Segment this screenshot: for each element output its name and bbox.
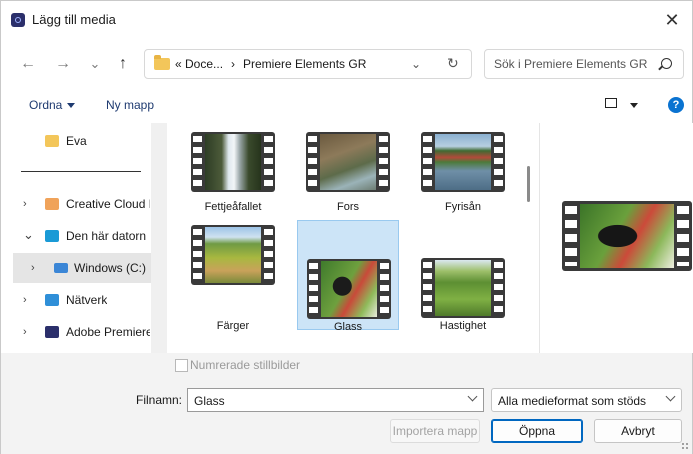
- filename-combobox[interactable]: [187, 388, 484, 412]
- forward-arrow-icon[interactable]: →: [52, 54, 74, 74]
- computer-icon: [45, 230, 59, 242]
- divider: [21, 171, 141, 172]
- search-box[interactable]: Sök i Premiere Elements GR: [484, 49, 684, 79]
- view-mode-caret-icon[interactable]: [630, 103, 638, 108]
- sidebar-item-label: Adobe Premiere: [66, 325, 150, 339]
- premiere-icon: [45, 326, 59, 338]
- video-river-icon: [421, 132, 505, 192]
- sidebar-item-windows-c[interactable]: › Windows (C:): [13, 253, 151, 283]
- cancel-button[interactable]: Avbryt: [594, 419, 682, 443]
- breadcrumb-current-folder[interactable]: Premiere Elements GR: [243, 57, 366, 71]
- premiere-app-icon: [11, 13, 25, 27]
- chevron-down-icon[interactable]: [665, 391, 676, 402]
- sidebar-item-network[interactable]: › Nätverk: [1, 285, 151, 315]
- file-type-value: Alla medieformat som stöds: [498, 394, 647, 408]
- chevron-right-icon[interactable]: ›: [31, 262, 35, 274]
- navigation-bar: ← → ⌄ ↑ « Doce... › Premiere Elements GR…: [1, 41, 692, 87]
- file-item-glass[interactable]: Glass: [297, 220, 399, 333]
- window-title: Lägg till media: [32, 12, 116, 27]
- address-bar[interactable]: « Doce... › Premiere Elements GR ⌄ ↻: [144, 49, 472, 79]
- chevron-right-icon[interactable]: ›: [23, 326, 27, 338]
- resize-grip-icon[interactable]: [681, 442, 689, 450]
- filename-label: Filnamn:: [136, 393, 183, 407]
- chevron-down-icon[interactable]: [467, 391, 478, 402]
- file-name: Fyrisån: [444, 201, 482, 213]
- video-dog-icon: [307, 259, 391, 319]
- preview-pane: [539, 123, 693, 353]
- recent-locations-chevron-icon[interactable]: ⌄: [84, 54, 106, 74]
- file-list-scrollbar[interactable]: [527, 166, 530, 202]
- video-landscape-icon: [191, 225, 275, 285]
- title-bar: Lägg till media ✕: [1, 1, 692, 41]
- file-name: Fettjeåfallet: [204, 201, 262, 213]
- sidebar-item-eva[interactable]: Eva: [1, 126, 151, 156]
- address-dropdown-icon[interactable]: ⌄: [411, 57, 421, 71]
- refresh-icon[interactable]: ↻: [447, 55, 459, 72]
- back-arrow-icon[interactable]: ←: [17, 54, 39, 74]
- sidebar-item-this-pc[interactable]: ⌄ Den här datorn: [1, 221, 151, 251]
- sidebar-item-label: Den här datorn: [66, 229, 147, 243]
- sidebar-item-label: Nätverk: [66, 293, 108, 307]
- import-folder-button[interactable]: Importera mapp: [390, 419, 480, 443]
- help-icon[interactable]: ?: [668, 97, 684, 113]
- organize-label: Ordna: [29, 98, 63, 112]
- new-folder-button[interactable]: Ny mapp: [106, 98, 154, 112]
- up-arrow-icon[interactable]: ↑: [112, 54, 134, 74]
- chevron-right-icon[interactable]: ›: [23, 294, 27, 306]
- organize-menu-button[interactable]: Ordna: [29, 98, 76, 112]
- file-item-farger[interactable]: Färger: [182, 220, 284, 332]
- caret-down-icon: [67, 103, 76, 109]
- chevron-right-icon[interactable]: ›: [23, 198, 27, 210]
- search-icon: [661, 58, 672, 69]
- file-name: Fors: [337, 201, 359, 213]
- close-icon[interactable]: ✕: [658, 7, 686, 33]
- file-name: Hastighet: [439, 320, 487, 332]
- network-icon: [45, 294, 59, 306]
- sidebar-item-creative-cloud[interactable]: › Creative Cloud F: [1, 189, 151, 219]
- pane-splitter[interactable]: [151, 123, 167, 353]
- folder-icon: [45, 135, 59, 147]
- drive-icon: [54, 263, 68, 273]
- file-name: Färger: [216, 320, 250, 332]
- file-list: Fettjeåfallet Fors Fyrisån Färger Glass …: [167, 123, 539, 353]
- numbered-stills-label: Numrerade stillbilder: [190, 358, 301, 372]
- breadcrumb-documents[interactable]: « Doce...: [175, 57, 223, 71]
- sidebar-item-adobe-premiere[interactable]: › Adobe Premiere: [1, 317, 151, 347]
- view-mode-icon[interactable]: [605, 98, 617, 108]
- creative-cloud-icon: [45, 198, 59, 210]
- navigation-pane: Eva › Creative Cloud F ⌄ Den här datorn …: [1, 123, 161, 353]
- search-input[interactable]: Sök i Premiere Elements GR: [494, 57, 647, 71]
- open-button[interactable]: Öppna: [491, 419, 583, 443]
- video-meadow-icon: [421, 258, 505, 318]
- preview-video-dog-icon: [562, 201, 692, 271]
- video-waterfall-icon: [191, 132, 275, 192]
- folder-icon: [154, 55, 170, 70]
- sidebar-item-label: Eva: [66, 134, 87, 148]
- numbered-stills-checkbox[interactable]: [175, 359, 188, 372]
- add-media-dialog: Lägg till media ✕ ← → ⌄ ↑ « Doce... › Pr…: [0, 0, 693, 454]
- sidebar-item-label: Windows (C:): [74, 261, 147, 275]
- breadcrumb-separator: ›: [231, 57, 235, 71]
- video-rapids-icon: [306, 132, 390, 192]
- sidebar-item-label: Creative Cloud F: [66, 197, 150, 211]
- file-type-select[interactable]: Alla medieformat som stöds: [491, 388, 682, 412]
- command-bar: Ordna Ny mapp: [1, 91, 692, 121]
- file-item-hastighet[interactable]: Hastighet: [412, 220, 514, 332]
- file-name: Glass: [333, 321, 363, 333]
- filename-field[interactable]: [192, 393, 456, 409]
- chevron-down-icon[interactable]: ⌄: [23, 227, 34, 243]
